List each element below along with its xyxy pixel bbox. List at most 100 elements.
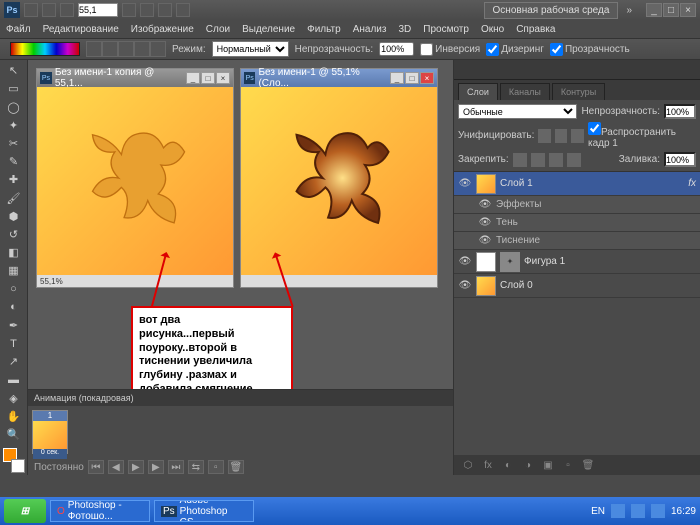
transparency-checkbox[interactable]: Прозрачность <box>550 43 630 56</box>
type-tool-icon[interactable]: T <box>3 335 25 352</box>
menu-help[interactable]: Справка <box>516 24 555 35</box>
unify-pos-icon[interactable] <box>538 129 551 143</box>
tray-icon[interactable] <box>611 504 625 518</box>
doc1-max-icon[interactable]: □ <box>201 72 215 84</box>
pen-tool-icon[interactable]: ✒ <box>3 317 25 334</box>
layer-effect-bevel[interactable]: 👁 Тиснение <box>454 232 700 250</box>
layer-effect-shadow[interactable]: 👁 Тень <box>454 214 700 232</box>
visibility-icon[interactable]: 👁 <box>458 255 472 269</box>
doc1-canvas[interactable] <box>37 87 233 275</box>
layer-row[interactable]: 👁 Слой 1 fx <box>454 172 700 196</box>
bridge-icon[interactable] <box>24 3 38 17</box>
history-brush-icon[interactable]: ↺ <box>3 226 25 243</box>
layer-row[interactable]: 👁 ✦ Фигура 1 <box>454 250 700 274</box>
animation-panel-title[interactable]: Анимация (покадровая) <box>28 390 453 406</box>
more-icon[interactable]: » <box>622 5 636 16</box>
opacity-input[interactable] <box>379 42 414 56</box>
lock-pixels-icon[interactable] <box>531 153 545 167</box>
delete-frame-icon[interactable]: 🗑 <box>228 460 244 474</box>
layer-mask-icon[interactable]: ◐ <box>500 458 516 472</box>
radial-gradient-icon[interactable] <box>102 41 118 57</box>
group-icon[interactable]: ▣ <box>540 458 556 472</box>
mb-icon[interactable] <box>42 3 56 17</box>
visibility-icon[interactable]: 👁 <box>478 216 492 230</box>
layer-row[interactable]: 👁 Слой 0 <box>454 274 700 298</box>
doc2-close-icon[interactable]: × <box>420 72 434 84</box>
layer-name[interactable]: Слой 0 <box>500 280 533 291</box>
visibility-icon[interactable]: 👁 <box>458 279 472 293</box>
blend-mode-select[interactable]: Нормальный <box>212 41 289 57</box>
crop-tool-icon[interactable]: ✂ <box>3 135 25 152</box>
tab-channels[interactable]: Каналы <box>500 83 550 100</box>
shape-tool-icon[interactable]: ▬ <box>3 371 25 388</box>
dodge-tool-icon[interactable]: ◐ <box>3 299 25 316</box>
layer-fill-input[interactable] <box>664 152 696 167</box>
lock-pos-icon[interactable] <box>549 153 563 167</box>
menu-layer[interactable]: Слои <box>206 24 230 35</box>
wand-tool-icon[interactable]: ✦ <box>3 117 25 134</box>
diamond-gradient-icon[interactable] <box>150 41 166 57</box>
doc2-titlebar[interactable]: Ps Без имени-1 @ 55,1% (Сло... _□× <box>241 69 437 87</box>
workspace-selector[interactable]: Основная рабочая среда <box>484 2 619 19</box>
loop-select[interactable]: Постоянно <box>34 462 84 473</box>
lock-all-icon[interactable] <box>567 153 581 167</box>
tray-icon[interactable] <box>631 504 645 518</box>
fx-badge[interactable]: fx <box>688 178 696 189</box>
screen-mode-icon[interactable] <box>176 3 190 17</box>
start-button[interactable]: ⊞ <box>4 499 46 523</box>
zoom-tool-icon[interactable]: 🔍 <box>3 426 25 443</box>
link-layers-icon[interactable]: ⬡ <box>460 458 476 472</box>
maximize-button[interactable]: □ <box>663 3 679 17</box>
tray-icon[interactable] <box>651 504 665 518</box>
delete-layer-icon[interactable]: 🗑 <box>580 458 596 472</box>
first-frame-icon[interactable]: ⏮ <box>88 460 104 474</box>
eyedropper-tool-icon[interactable]: ✎ <box>3 153 25 170</box>
doc1-titlebar[interactable]: Ps Без имени-1 копия @ 55,1... _□× <box>37 69 233 87</box>
reflected-gradient-icon[interactable] <box>134 41 150 57</box>
layer-thumbnail[interactable] <box>476 276 496 296</box>
vector-mask-thumbnail[interactable]: ✦ <box>500 252 520 272</box>
doc1-min-icon[interactable]: _ <box>186 72 200 84</box>
document-window-1[interactable]: Ps Без имени-1 копия @ 55,1... _□× 55,1% <box>36 68 234 288</box>
animation-frame-1[interactable]: 1 0 сек. <box>32 410 68 454</box>
prev-frame-icon[interactable]: ◀ <box>108 460 124 474</box>
3d-tool-icon[interactable]: ◈ <box>3 390 25 407</box>
menu-analysis[interactable]: Анализ <box>353 24 387 35</box>
lock-trans-icon[interactable] <box>513 153 527 167</box>
next-frame-icon[interactable]: ▶ <box>148 460 164 474</box>
tween-icon[interactable]: ⇆ <box>188 460 204 474</box>
invert-checkbox[interactable]: Инверсия <box>420 43 480 56</box>
taskbar-item[interactable]: OPhotoshop - Фотошо... <box>50 500 150 522</box>
menu-image[interactable]: Изображение <box>131 24 194 35</box>
clock[interactable]: 16:29 <box>671 506 696 517</box>
menu-view[interactable]: Просмотр <box>423 24 469 35</box>
gradient-picker[interactable] <box>10 42 80 56</box>
brush-tool-icon[interactable]: 🖌 <box>3 189 25 206</box>
adjustment-layer-icon[interactable]: ◑ <box>520 458 536 472</box>
arrange-icon[interactable] <box>158 3 172 17</box>
layer-name[interactable]: Слой 1 <box>500 178 533 189</box>
new-frame-icon[interactable]: ▫ <box>208 460 224 474</box>
new-layer-icon[interactable]: ▫ <box>560 458 576 472</box>
last-frame-icon[interactable]: ⏭ <box>168 460 184 474</box>
rotate-icon[interactable] <box>140 3 154 17</box>
lang-indicator[interactable]: EN <box>591 506 605 517</box>
visibility-icon[interactable]: 👁 <box>458 177 472 191</box>
menu-edit[interactable]: Редактирование <box>43 24 119 35</box>
layer-style-icon[interactable]: fx <box>480 458 496 472</box>
propagate-checkbox[interactable]: Распространить кадр 1 <box>588 122 696 149</box>
angle-gradient-icon[interactable] <box>118 41 134 57</box>
stamp-tool-icon[interactable]: ⬢ <box>3 208 25 225</box>
taskbar-item[interactable]: PsAdobe Photoshop CS... <box>154 500 254 522</box>
unify-vis-icon[interactable] <box>555 129 568 143</box>
color-swatch[interactable] <box>3 448 25 473</box>
layer-opacity-input[interactable] <box>664 104 696 119</box>
hand-icon[interactable] <box>122 3 136 17</box>
path-tool-icon[interactable]: ↗ <box>3 353 25 370</box>
unify-style-icon[interactable] <box>571 129 584 143</box>
dither-checkbox[interactable]: Дизеринг <box>486 43 544 56</box>
layer-thumbnail[interactable] <box>476 252 496 272</box>
marquee-tool-icon[interactable]: ▭ <box>3 80 25 97</box>
frame-duration[interactable]: 0 сек. <box>33 449 67 459</box>
tab-paths[interactable]: Контуры <box>552 83 605 100</box>
